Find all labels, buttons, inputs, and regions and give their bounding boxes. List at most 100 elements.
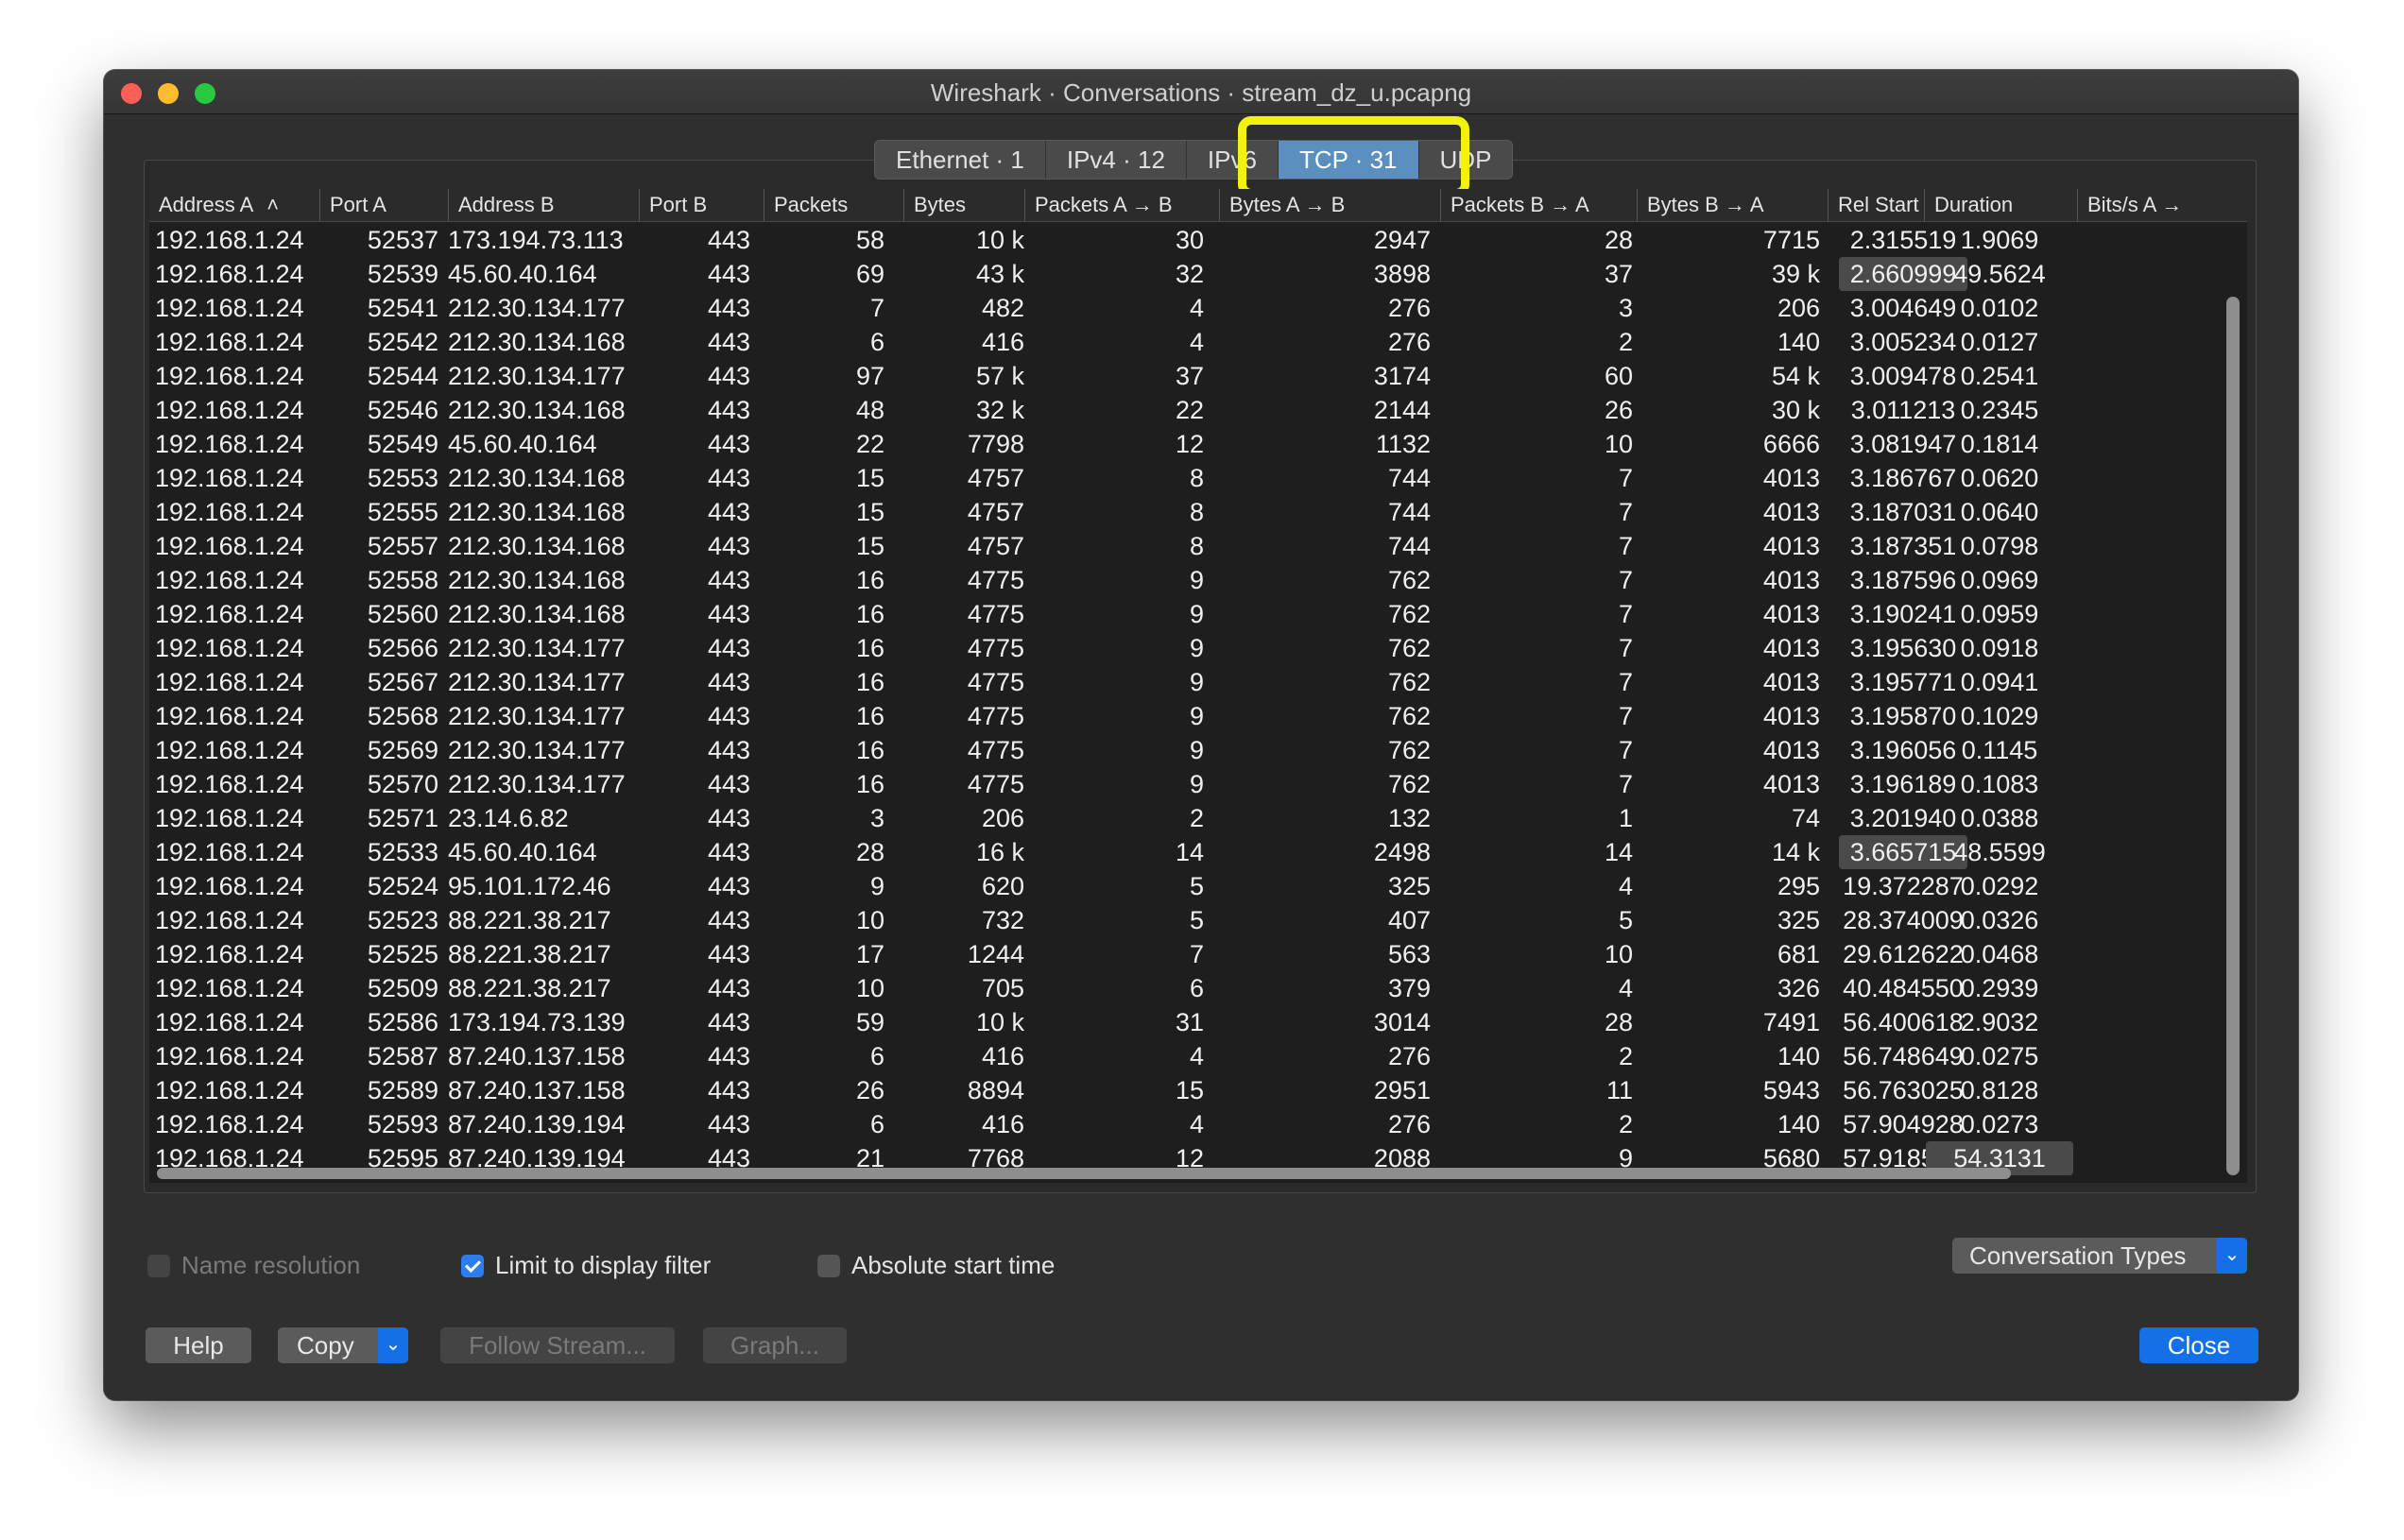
cell-bytes-a-b: 762 xyxy=(1387,668,1431,696)
cell-bytes: 4775 xyxy=(967,702,1024,730)
table-row[interactable]: 192.168.1.24 52568 212.30.134.177 443 16 4775… xyxy=(149,699,2247,733)
cell-address-b: 212.30.134.168 xyxy=(448,396,626,424)
copy-button[interactable]: Copy ⌄ xyxy=(278,1327,408,1363)
limit-display-filter-checkbox[interactable]: Limit to display filter xyxy=(461,1251,711,1280)
table-row[interactable]: 192.168.1.24 52589 87.240.137.158 443 26 8894… xyxy=(149,1073,2247,1107)
cell-duration: 0.0620 xyxy=(1960,464,2039,492)
table-row[interactable]: 192.168.1.24 52569 212.30.134.177 443 16 4775… xyxy=(149,733,2247,767)
cell-packets: 7 xyxy=(869,294,884,322)
table-row[interactable]: 192.168.1.24 52533 45.60.40.164 443 28 16 k 14… xyxy=(149,835,2247,869)
cell-address-a: 192.168.1.24 xyxy=(155,1008,304,1036)
cell-duration: 48.5599 xyxy=(1953,838,2046,866)
cell-port-a: 52571 xyxy=(367,804,438,832)
close-button[interactable]: Close xyxy=(2139,1327,2258,1363)
cell-address-b: 212.30.134.177 xyxy=(448,702,626,730)
tab-tcp[interactable]: TCP · 31 xyxy=(1278,141,1419,179)
absolute-start-time-checkbox[interactable]: Absolute start time xyxy=(817,1251,1055,1280)
cell-port-b: 443 xyxy=(707,940,750,968)
column-header-5[interactable]: Bytes xyxy=(903,189,1024,221)
follow-stream-button[interactable]: Follow Stream... xyxy=(440,1327,675,1363)
column-header-2[interactable]: Address B xyxy=(448,189,639,221)
table-row[interactable]: 192.168.1.24 52524 95.101.172.46 443 9 620 5 32… xyxy=(149,869,2247,903)
cell-bytes-a-b: 744 xyxy=(1387,498,1431,526)
vertical-scrollbar[interactable] xyxy=(2226,297,2240,1175)
protocol-tabs: Ethernet · 1 IPv4 · 12 IPv6 TCP · 31 UDP xyxy=(874,140,1514,180)
cell-bytes-b-a: 7715 xyxy=(1762,226,1820,254)
table-row[interactable]: 192.168.1.24 52525 88.221.38.217 443 17 1244 7… xyxy=(149,937,2247,971)
table-header: Address A ˄ Port A Address B Port B Packets By… xyxy=(149,189,2247,222)
table-row[interactable]: 192.168.1.24 52593 87.240.139.194 443 6 416 4 2… xyxy=(149,1107,2247,1141)
cell-packets: 28 xyxy=(855,838,884,866)
table-row[interactable]: 192.168.1.24 52549 45.60.40.164 443 22 7798 12… xyxy=(149,427,2247,461)
column-header-10[interactable]: Rel Start xyxy=(1828,189,1924,221)
table-row[interactable]: 192.168.1.24 52523 88.221.38.217 443 10 732 5 4… xyxy=(149,903,2247,937)
cell-bytes-a-b: 379 xyxy=(1387,974,1431,1002)
table-row[interactable]: 192.168.1.24 52555 212.30.134.168 443 15 4757… xyxy=(149,495,2247,529)
tab-udp[interactable]: UDP xyxy=(1419,141,1513,179)
cell-bytes-a-b: 744 xyxy=(1387,532,1431,560)
table-row[interactable]: 192.168.1.24 52557 212.30.134.168 443 15 4757… xyxy=(149,529,2247,563)
cell-port-a: 52557 xyxy=(367,532,438,560)
tab-ipv4[interactable]: IPv4 · 12 xyxy=(1046,141,1187,179)
column-header-7[interactable]: Bytes A → B xyxy=(1219,189,1440,221)
table-row[interactable]: 192.168.1.24 52566 212.30.134.177 443 16 4775… xyxy=(149,631,2247,665)
tab-ipv6[interactable]: IPv6 xyxy=(1187,141,1279,179)
table-row[interactable]: 192.168.1.24 52560 212.30.134.168 443 16 4775… xyxy=(149,597,2247,631)
cell-packets-a-b: 30 xyxy=(1175,226,1204,254)
name-resolution-checkbox[interactable]: Name resolution xyxy=(147,1251,360,1280)
cell-bytes-a-b: 762 xyxy=(1387,634,1431,662)
cell-address-b: 212.30.134.168 xyxy=(448,600,626,628)
table-row[interactable]: 192.168.1.24 52567 212.30.134.177 443 16 4775… xyxy=(149,665,2247,699)
table-row[interactable]: 192.168.1.24 52544 212.30.134.177 443 97 57 k… xyxy=(149,359,2247,393)
cell-address-b: 87.240.139.194 xyxy=(448,1110,626,1138)
cell-bytes: 4775 xyxy=(967,600,1024,628)
table-row[interactable]: 192.168.1.24 52587 87.240.137.158 443 6 416 4 2… xyxy=(149,1039,2247,1073)
cell-bytes-a-b: 325 xyxy=(1387,872,1431,900)
cell-bytes-a-b: 563 xyxy=(1387,940,1431,968)
column-header-3[interactable]: Port B xyxy=(639,189,764,221)
cell-packets: 16 xyxy=(855,702,884,730)
column-header-11[interactable]: Duration xyxy=(1924,189,2077,221)
table-row[interactable]: 192.168.1.24 52537 173.194.73.113 443 58 10 k… xyxy=(149,223,2247,257)
cell-port-b: 443 xyxy=(707,1008,750,1036)
column-header-label: Packets A → B xyxy=(1035,193,1173,216)
table-row[interactable]: 192.168.1.24 52539 45.60.40.164 443 69 43 k 32… xyxy=(149,257,2247,291)
tab-ethernet[interactable]: Ethernet · 1 xyxy=(875,141,1046,179)
column-header-9[interactable]: Bytes B → A xyxy=(1637,189,1828,221)
cell-port-b: 443 xyxy=(707,1110,750,1138)
cell-bytes: 482 xyxy=(981,294,1024,322)
cell-packets: 3 xyxy=(869,804,884,832)
table-row[interactable]: 192.168.1.24 52509 88.221.38.217 443 10 705 6 3… xyxy=(149,971,2247,1005)
cell-packets-b-a: 7 xyxy=(1618,634,1633,662)
cell-port-b: 443 xyxy=(707,600,750,628)
table-row[interactable]: 192.168.1.24 52558 212.30.134.168 443 16 4775… xyxy=(149,563,2247,597)
table-row[interactable]: 192.168.1.24 52570 212.30.134.177 443 16 4775… xyxy=(149,767,2247,801)
cell-bytes-a-b: 276 xyxy=(1387,1110,1431,1138)
table-row[interactable]: 192.168.1.24 52586 173.194.73.139 443 59 10 k… xyxy=(149,1005,2247,1039)
column-header-1[interactable]: Port A xyxy=(319,189,448,221)
column-header-6[interactable]: Packets A → B xyxy=(1024,189,1219,221)
cell-bytes-a-b: 132 xyxy=(1387,804,1431,832)
cell-address-a: 192.168.1.24 xyxy=(155,1076,304,1104)
cell-bytes: 4775 xyxy=(967,736,1024,764)
column-header-label: Packets B → A xyxy=(1451,193,1589,216)
table-row[interactable]: 192.168.1.24 52542 212.30.134.168 443 6 416 4 2… xyxy=(149,325,2247,359)
help-button[interactable]: Help xyxy=(146,1327,251,1363)
column-header-12[interactable]: Bits/s A → xyxy=(2077,189,2247,221)
cell-duration: 0.0388 xyxy=(1960,804,2039,832)
cell-bytes: 4775 xyxy=(967,566,1024,594)
table-row[interactable]: 192.168.1.24 52553 212.30.134.168 443 15 4757… xyxy=(149,461,2247,495)
horizontal-scrollbar[interactable] xyxy=(157,1168,2011,1179)
graph-button[interactable]: Graph... xyxy=(703,1327,847,1363)
conversation-types-dropdown[interactable]: Conversation Types ⌄ xyxy=(1952,1238,2247,1274)
column-header-0[interactable]: Address A ˄ xyxy=(149,189,319,221)
column-header-8[interactable]: Packets B → A xyxy=(1440,189,1637,221)
column-header-4[interactable]: Packets xyxy=(764,189,903,221)
table-row[interactable]: 192.168.1.24 52571 23.14.6.82 443 3 206 2 132 1 7… xyxy=(149,801,2247,835)
conversation-types-label: Conversation Types xyxy=(1969,1241,2187,1270)
cell-port-a: 52569 xyxy=(367,736,438,764)
table-row[interactable]: 192.168.1.24 52546 212.30.134.168 443 48 32 k… xyxy=(149,393,2247,427)
table-row[interactable]: 192.168.1.24 52541 212.30.134.177 443 7 482 4 2… xyxy=(149,291,2247,325)
conversations-table[interactable]: Address A ˄ Port A Address B Port B Packets By… xyxy=(149,189,2247,1183)
cell-bytes-b-a: 295 xyxy=(1777,872,1820,900)
